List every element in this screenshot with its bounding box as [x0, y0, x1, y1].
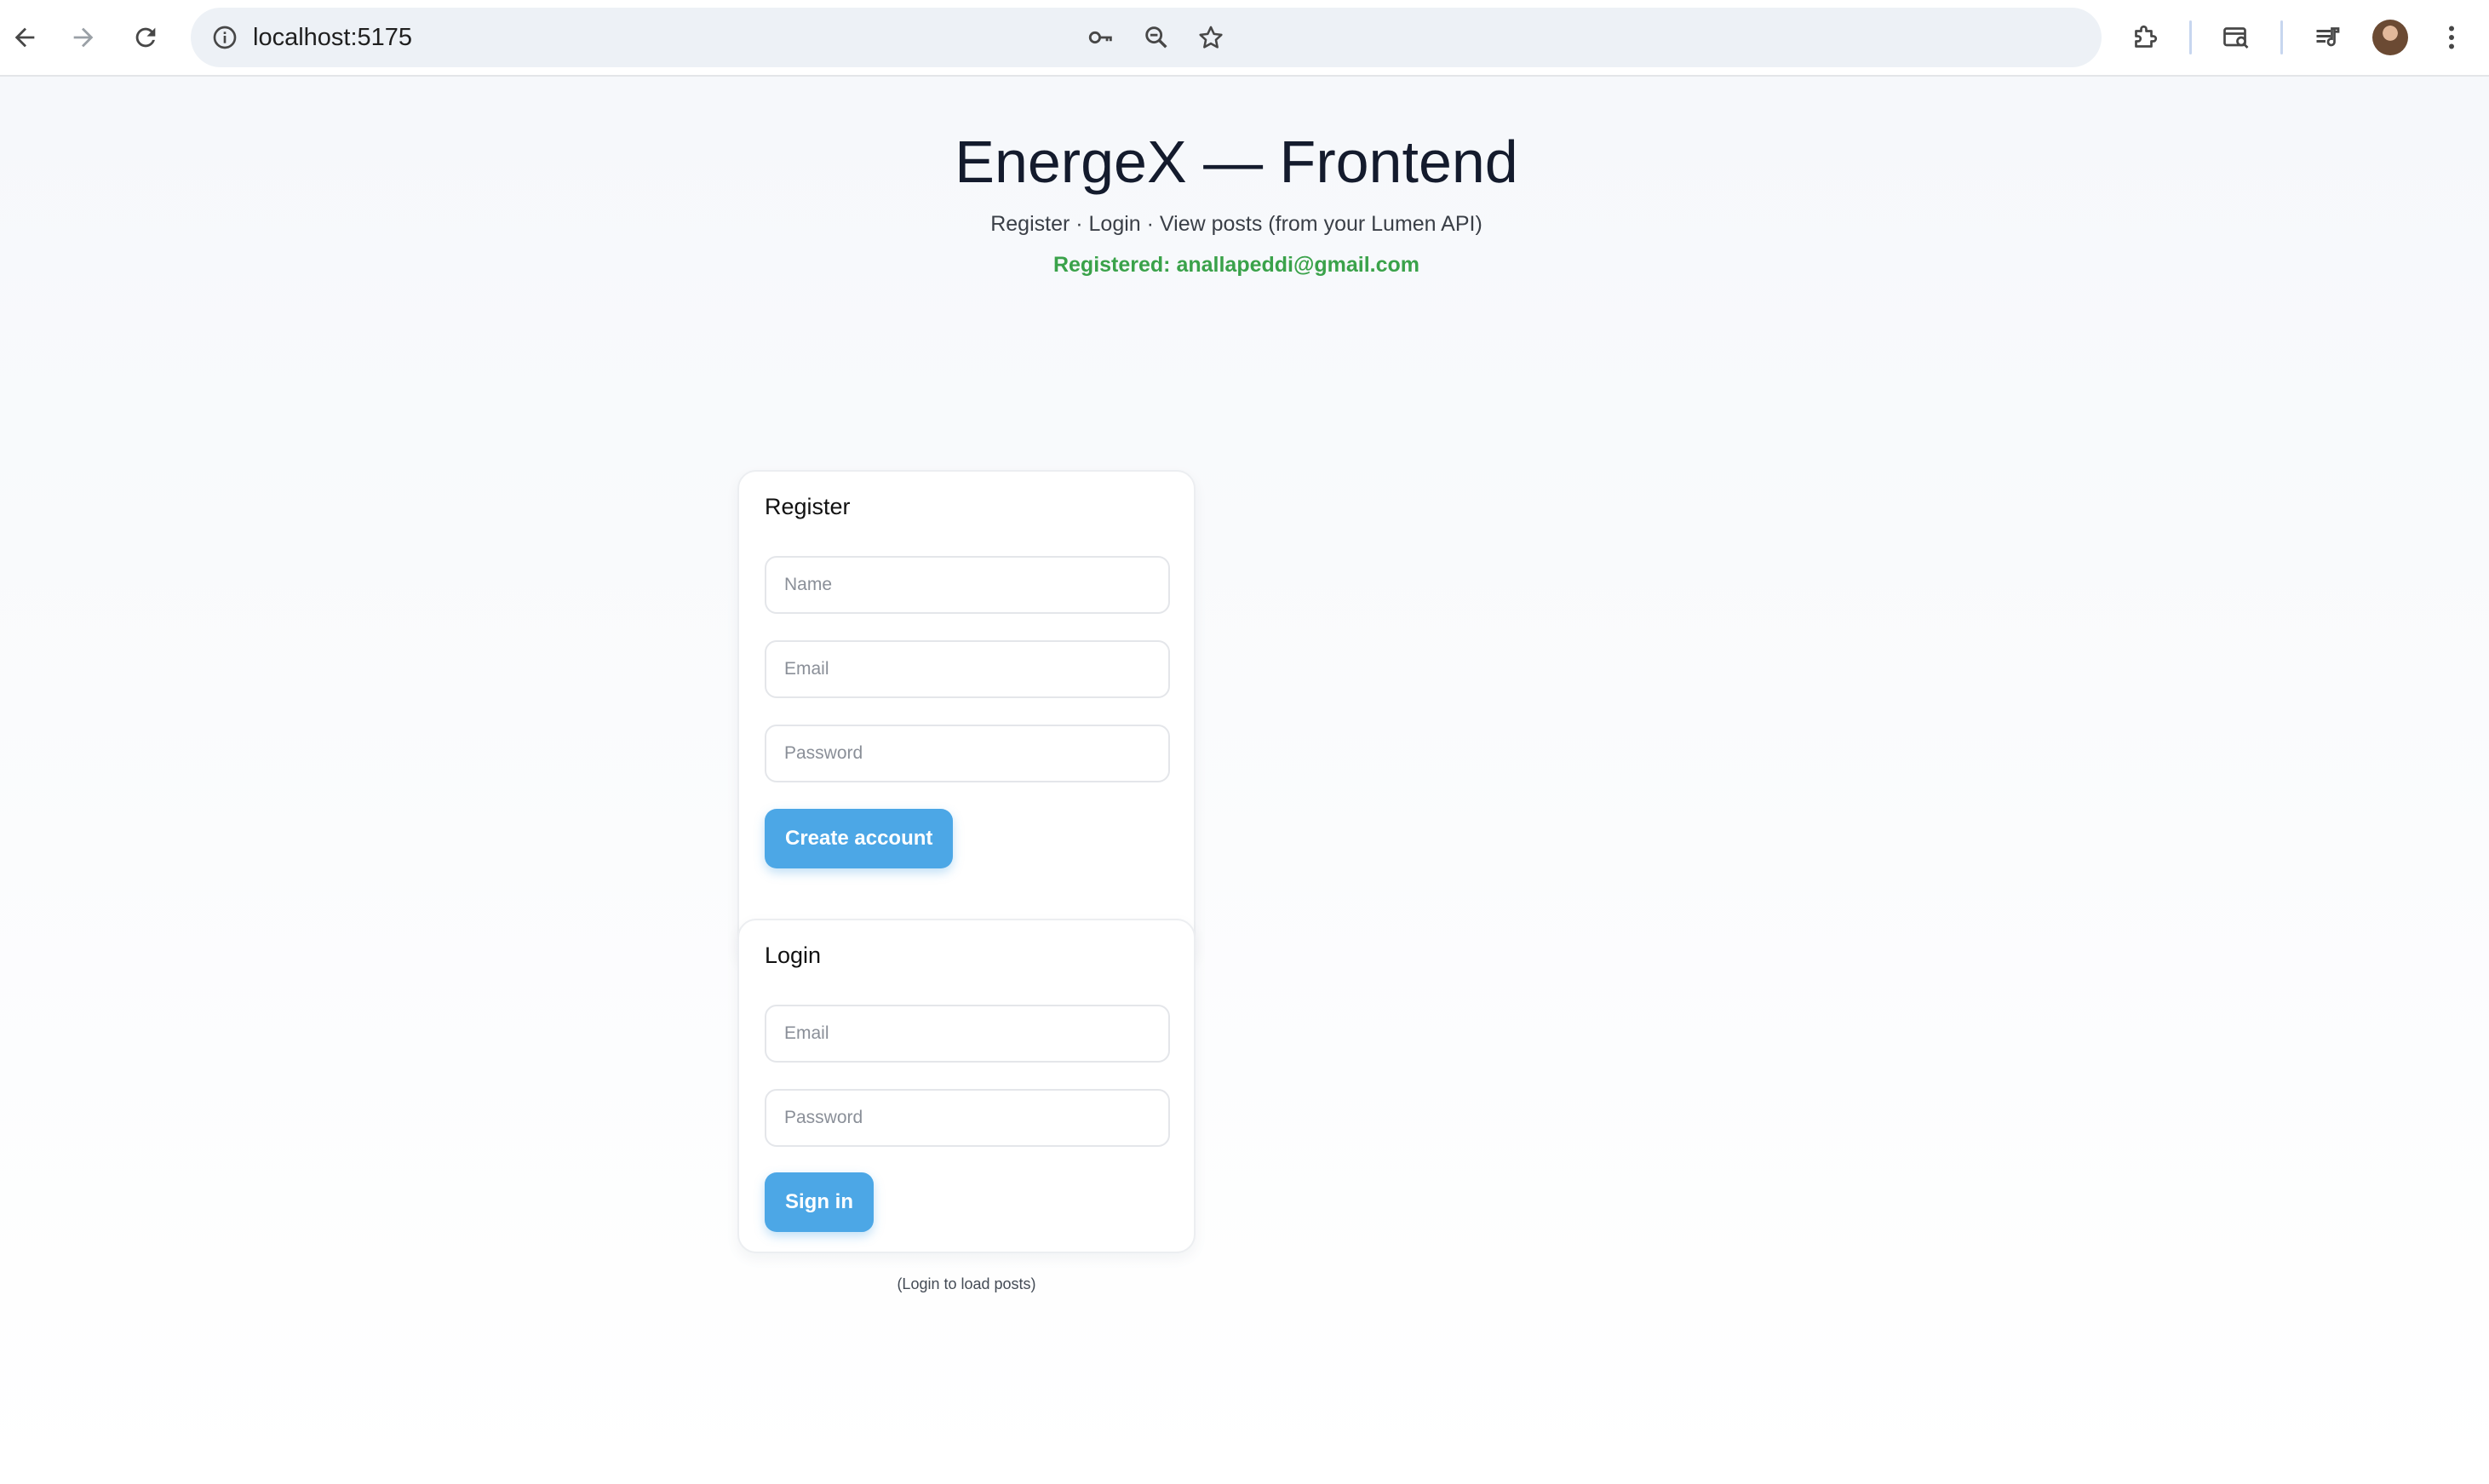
posts-hint: (Login to load posts) — [897, 1275, 1036, 1292]
zoom-button[interactable] — [1136, 17, 1177, 58]
tab-search-icon — [2223, 27, 2249, 49]
register-password-input[interactable] — [765, 725, 1170, 782]
toolbar-separator — [2189, 20, 2192, 54]
register-card: Register Create account — [737, 470, 1196, 965]
bookmark-button[interactable] — [1190, 17, 1231, 58]
site-info-icon — [213, 26, 237, 49]
login-email-input[interactable] — [765, 1005, 1170, 1063]
media-controls-icon — [2316, 27, 2340, 47]
login-card: Login Sign in — [737, 919, 1196, 1253]
puzzle-icon — [2135, 25, 2158, 48]
reload-button[interactable] — [123, 15, 168, 60]
arrow-right-icon — [73, 27, 94, 48]
register-card-title: Register — [765, 494, 851, 519]
arrow-left-icon — [14, 27, 35, 48]
address-bar[interactable]: localhost:5175 — [191, 8, 2102, 67]
password-key-button[interactable] — [1081, 17, 1121, 58]
back-button[interactable] — [3, 15, 47, 60]
toolbar-separator — [2280, 20, 2283, 54]
sign-in-button[interactable]: Sign in — [765, 1172, 874, 1232]
page-subtitle: Register · Login · View posts (from your… — [990, 212, 1483, 236]
create-account-button[interactable]: Create account — [765, 809, 954, 868]
register-name-input[interactable] — [765, 556, 1170, 614]
kebab-menu-icon — [2449, 26, 2454, 49]
url-text[interactable]: localhost:5175 — [253, 8, 412, 67]
reload-icon — [135, 27, 156, 48]
tab-search-button[interactable] — [2214, 15, 2258, 60]
login-card-title: Login — [765, 943, 822, 968]
media-controls-button[interactable] — [2306, 15, 2350, 60]
star-icon — [1199, 26, 1223, 49]
profile-avatar[interactable] — [2372, 20, 2408, 55]
zoom-icon — [1145, 26, 1167, 49]
browser-toolbar: localhost:5175 — [0, 0, 2489, 77]
forward-button[interactable] — [61, 15, 106, 60]
page-content: EnergeX — Frontend Register · Login · Vi… — [0, 77, 2489, 1484]
page-title: EnergeX — Frontend — [955, 129, 1518, 195]
register-email-input[interactable] — [765, 640, 1170, 698]
key-icon — [1088, 31, 1112, 44]
extensions-button[interactable] — [2123, 15, 2167, 60]
site-info-button[interactable] — [203, 15, 247, 60]
registration-status: Registered: anallapeddi@gmail.com — [1052, 253, 1420, 277]
menu-button[interactable] — [2429, 15, 2474, 60]
login-password-input[interactable] — [765, 1089, 1170, 1147]
